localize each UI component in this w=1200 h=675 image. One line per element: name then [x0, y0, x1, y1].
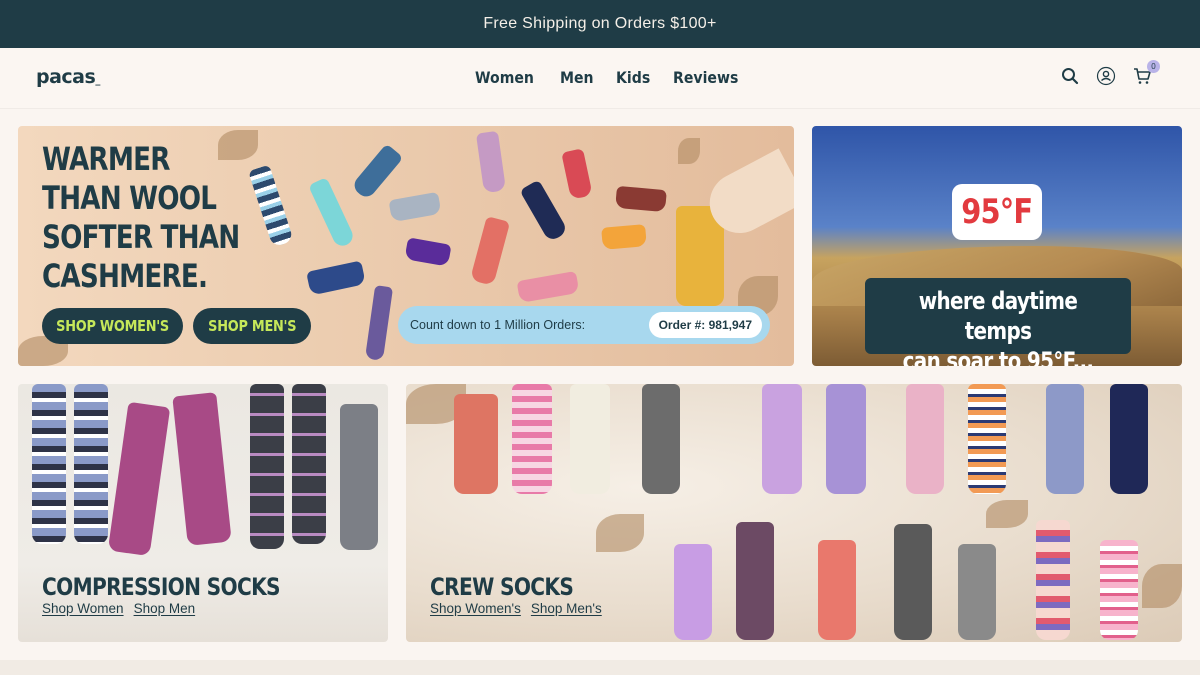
sock-image: [642, 384, 680, 494]
sock-image: [248, 164, 294, 248]
site-header: pacas_ Women Men Kids Reviews 0: [0, 48, 1200, 108]
account-icon[interactable]: [1096, 66, 1116, 86]
shop-mens-label: SHOP MEN'S: [207, 317, 297, 335]
sock-image: [388, 191, 442, 223]
nav-women[interactable]: Women: [475, 68, 534, 87]
leaf-decoration: [678, 138, 700, 164]
leaf-decoration: [596, 514, 644, 552]
sock-image: [74, 384, 108, 544]
temperature-badge: 95°F: [952, 184, 1042, 240]
temperature-value: 95°F: [961, 192, 1033, 232]
search-icon[interactable]: [1060, 66, 1080, 86]
sock-image: [894, 524, 932, 640]
hero-headline: WARMER THAN WOOL SOFTER THAN CASHMERE.: [42, 140, 240, 295]
compression-socks-tile[interactable]: COMPRESSION SOCKS Shop Women Shop Men: [18, 384, 388, 642]
main-nav: Women Men Kids Reviews: [475, 68, 747, 87]
sock-image: [1110, 384, 1148, 494]
sock-image: [454, 394, 498, 494]
sock-image: [512, 384, 552, 494]
nav-kids[interactable]: Kids: [616, 68, 650, 87]
temperature-caption: where daytime temps can soar to 95°F...: [902, 287, 1094, 366]
crew-socks-tile[interactable]: CREW SOCKS Shop Women's Shop Men's: [406, 384, 1182, 642]
sock-image: [364, 285, 394, 361]
logo[interactable]: pacas_: [36, 66, 100, 88]
sock-image: [826, 384, 866, 494]
announcement-bar: Free Shipping on Orders $100+: [0, 0, 1200, 48]
sock-image: [475, 130, 507, 194]
crew-links: Shop Women's Shop Men's: [430, 601, 602, 616]
sock-image: [601, 224, 647, 250]
counter-label: Count down to 1 Million Orders:: [410, 318, 586, 332]
compression-shop-men-link[interactable]: Shop Men: [134, 601, 196, 616]
crew-shop-mens-link[interactable]: Shop Men's: [531, 601, 602, 616]
compression-links: Shop Women Shop Men: [42, 601, 195, 616]
sock-image: [306, 260, 366, 296]
sock-image: [1046, 384, 1084, 494]
order-number: Order #: 981,947: [648, 312, 762, 338]
cart-icon[interactable]: 0: [1132, 60, 1160, 86]
hero-banner[interactable]: WARMER THAN WOOL SOFTER THAN CASHMERE. S…: [18, 126, 794, 366]
temperature-promo-banner[interactable]: 95°F where daytime temps can soar to 95°…: [812, 126, 1182, 366]
cart-count-badge: 0: [1147, 60, 1160, 73]
header-icons: 0: [1060, 60, 1160, 86]
leaf-decoration: [986, 500, 1028, 528]
compression-title: COMPRESSION SOCKS: [42, 573, 281, 601]
sock-image: [762, 384, 802, 494]
sock-image: [32, 384, 66, 544]
sock-image: [968, 384, 1006, 494]
next-section-edge: [0, 660, 1200, 675]
sock-image: [308, 177, 356, 249]
nav-men[interactable]: Men: [560, 68, 594, 87]
sock-image: [519, 179, 569, 243]
temperature-caption-box: where daytime temps can soar to 95°F...: [865, 278, 1131, 366]
sock-image: [340, 404, 378, 550]
crew-shop-womens-link[interactable]: Shop Women's: [430, 601, 521, 616]
sock-image: [818, 540, 856, 640]
nav-reviews[interactable]: Reviews: [673, 68, 738, 87]
sock-image: [736, 522, 774, 640]
sock-image: [404, 237, 452, 267]
sock-image: [1100, 540, 1138, 640]
shop-mens-button[interactable]: SHOP MEN'S: [193, 308, 311, 344]
crew-title: CREW SOCKS: [430, 573, 574, 601]
sock-image: [615, 185, 667, 213]
logo-text: pacas: [36, 66, 96, 88]
shop-womens-button[interactable]: SHOP WOMEN'S: [42, 308, 183, 344]
logo-mark: _: [95, 75, 100, 86]
sock-image: [107, 401, 171, 557]
sock-image: [250, 384, 284, 549]
shop-womens-label: SHOP WOMEN'S: [56, 317, 169, 335]
sock-image: [516, 270, 580, 304]
sock-image: [172, 392, 232, 546]
sock-image: [1036, 520, 1070, 640]
sock-image: [292, 384, 326, 544]
sock-image: [674, 544, 712, 640]
announcement-text: Free Shipping on Orders $100+: [483, 15, 717, 32]
sock-image: [469, 216, 511, 286]
sock-image: [906, 384, 944, 494]
sock-image: [350, 143, 404, 201]
leaf-decoration: [1142, 564, 1182, 608]
compression-shop-women-link[interactable]: Shop Women: [42, 601, 124, 616]
order-counter: Count down to 1 Million Orders: Order #:…: [398, 306, 770, 344]
sock-image: [570, 384, 610, 494]
sock-image: [958, 544, 996, 640]
sock-image: [561, 148, 593, 200]
